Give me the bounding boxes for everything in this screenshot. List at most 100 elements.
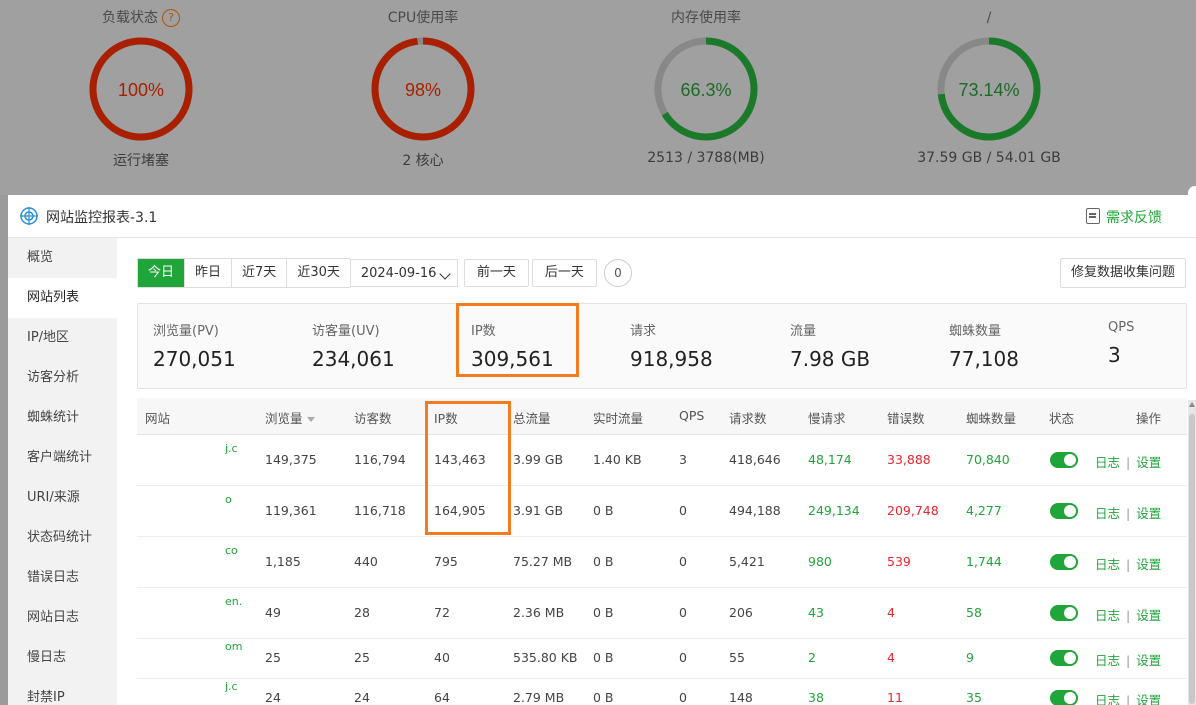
date-value: 2024-09-16 [360, 265, 437, 281]
log-link[interactable]: 日志 [1095, 506, 1120, 521]
cell-qps: 0 [679, 605, 687, 620]
row-actions: 日志 | 设置 [1095, 554, 1161, 573]
gauge-subtitle: 2513 / 3788(MB) [647, 150, 765, 166]
range-7days-button[interactable]: 近7天 [232, 258, 288, 287]
site-name-link[interactable]: om [225, 640, 242, 653]
scroll-thumb[interactable] [1189, 414, 1195, 704]
site-name-link[interactable]: co [225, 544, 238, 557]
ip-column-highlight [425, 401, 511, 535]
scroll-up-icon[interactable] [1189, 402, 1195, 407]
col-pv[interactable]: 浏览量 [265, 408, 315, 427]
range-today-button[interactable]: 今日 [138, 258, 186, 287]
cell-slow: 249,134 [808, 503, 860, 518]
cell-realtime: 0 B [593, 650, 614, 665]
sidebar-item-status-code[interactable]: 状态码统计 [8, 518, 117, 558]
stat-label: 流量 [790, 324, 817, 339]
cell-traffic: 535.80 KB [513, 650, 578, 665]
sidebar-item-error-log[interactable]: 错误日志 [8, 558, 117, 598]
cell-uv: 25 [354, 650, 370, 665]
sidebar-item-visitor-analysis[interactable]: 访客分析 [8, 358, 117, 398]
sidebar-item-overview[interactable]: 概览 [8, 238, 117, 278]
col-slow: 慢请求 [808, 411, 846, 426]
status-toggle[interactable] [1050, 605, 1078, 621]
range-yesterday-button[interactable]: 昨日 [185, 258, 233, 287]
cell-traffic: 2.36 MB [513, 605, 565, 620]
sidebar-item-banned-ip[interactable]: 封禁IP [8, 678, 117, 705]
settings-link[interactable]: 设置 [1136, 455, 1161, 470]
stat-uv: 访客量(UV) 234,061 [312, 320, 395, 371]
feedback-icon [1086, 208, 1100, 224]
settings-link[interactable]: 设置 [1136, 506, 1161, 521]
help-icon[interactable]: ? [162, 9, 180, 27]
ip-stat-highlight [456, 303, 579, 377]
status-toggle[interactable] [1050, 503, 1078, 519]
status-toggle[interactable] [1050, 452, 1078, 468]
fix-data-button[interactable]: 修复数据收集问题 [1059, 258, 1186, 288]
cell-req: 494,188 [729, 503, 781, 518]
status-toggle[interactable] [1050, 650, 1078, 666]
col-traffic: 总流量 [513, 411, 551, 426]
cell-traffic: 2.79 MB [513, 690, 565, 705]
action-separator: | [1126, 557, 1131, 572]
settings-link[interactable]: 设置 [1136, 557, 1161, 572]
sidebar-item-ip-region[interactable]: IP/地区 [8, 318, 117, 358]
sidebar-item-site-log[interactable]: 网站日志 [8, 598, 117, 638]
settings-link[interactable]: 设置 [1136, 653, 1161, 668]
site-name-link[interactable]: j.c [225, 442, 238, 455]
table-row: j.c 149,375 116,794 143,463 3.99 GB 1.40 KB 3 4… [137, 434, 1187, 486]
sidebar-item-slow-log[interactable]: 慢日志 [8, 638, 117, 678]
settings-link[interactable]: 设置 [1136, 608, 1161, 623]
status-toggle[interactable] [1050, 554, 1078, 570]
action-separator: | [1126, 693, 1131, 705]
cell-uv: 28 [354, 605, 370, 620]
table-header: 网站 浏览量 访客数 IP数 总流量 实时流量 QPS 请求数 慢请求 错误数 … [137, 398, 1187, 435]
cell-qps: 3 [679, 452, 687, 467]
table-row: co 1,185 440 795 75.27 MB 0 B 0 5,421 980 539 1,74… [137, 536, 1187, 588]
date-picker[interactable]: 2024-09-16 [349, 258, 458, 287]
site-name-link[interactable]: o [225, 493, 232, 506]
cell-spider: 70,840 [966, 452, 1010, 467]
cell-realtime: 0 B [593, 605, 614, 620]
col-errors: 错误数 [887, 411, 925, 426]
settings-link[interactable]: 设置 [1136, 693, 1161, 705]
row-actions: 日志 | 设置 [1095, 650, 1161, 669]
table-scrollbar[interactable] [1188, 400, 1196, 705]
cell-pv: 149,375 [265, 452, 317, 467]
cell-traffic: 75.27 MB [513, 554, 573, 569]
feedback-link[interactable]: 需求反馈 [1086, 207, 1162, 227]
range-30days-button[interactable]: 近30天 [287, 259, 350, 287]
cell-slow: 38 [808, 690, 824, 705]
cell-err: 4 [887, 650, 895, 665]
log-link[interactable]: 日志 [1095, 557, 1120, 572]
load-ring: 100% [89, 37, 193, 141]
sidebar-item-uri-source[interactable]: URI/来源 [8, 478, 117, 518]
modal-title: 网站监控报表-3.1 [46, 210, 158, 226]
site-name-link[interactable]: en. [225, 595, 242, 608]
cell-pv: 1,185 [265, 554, 301, 569]
sidebar-item-client-stats[interactable]: 客户端统计 [8, 438, 117, 478]
date-toolbar: 今日 昨日 近7天 近30天 2024-09-16 前一天 后一天 0 [137, 257, 632, 288]
log-link[interactable]: 日志 [1095, 455, 1120, 470]
table-row: en. 49 28 72 2.36 MB 0 B 0 206 43 4 58 日志 | 设置 [137, 587, 1187, 639]
log-link[interactable]: 日志 [1095, 608, 1120, 623]
next-day-button[interactable]: 后一天 [531, 258, 597, 287]
load-gauge: 负载状态? 100% 运行堵塞 [11, 0, 271, 170]
cell-err: 539 [887, 554, 911, 569]
row-actions: 日志 | 设置 [1095, 690, 1161, 705]
site-name-link[interactable]: j.c [225, 680, 238, 693]
sidebar-item-spider-stats[interactable]: 蜘蛛统计 [8, 398, 117, 438]
sidebar-item-site-list[interactable]: 网站列表 [8, 278, 117, 318]
prev-day-button[interactable]: 前一天 [463, 258, 529, 287]
modal-header: 网站监控报表-3.1 需求反馈 [8, 195, 1196, 238]
cell-traffic: 3.91 GB [513, 503, 564, 518]
cell-slow: 980 [808, 554, 832, 569]
status-toggle[interactable] [1050, 690, 1078, 705]
disk-gauge: / 73.14% 37.59 GB / 54.01 GB [859, 0, 1119, 166]
log-link[interactable]: 日志 [1095, 693, 1120, 705]
table-row: om 25 25 40 535.80 KB 0 B 0 55 2 4 9 日志 | 设置 [137, 638, 1187, 679]
cell-qps: 0 [679, 690, 687, 705]
count-badge[interactable]: 0 [603, 258, 632, 287]
stat-value: 270,051 [153, 347, 236, 371]
log-link[interactable]: 日志 [1095, 653, 1120, 668]
row-actions: 日志 | 设置 [1095, 452, 1161, 471]
